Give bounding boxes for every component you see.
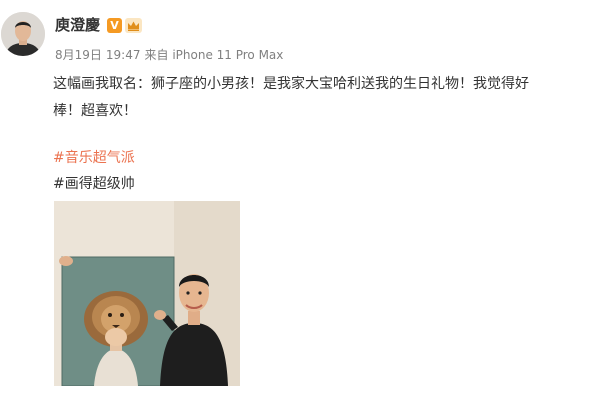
post-photo[interactable] — [54, 201, 240, 386]
post-date[interactable]: 8月19日 — [55, 48, 102, 62]
crown-icon[interactable] — [125, 17, 142, 33]
hashtag-link[interactable]: #音乐超气派 — [53, 148, 135, 168]
verified-icon[interactable]: V — [107, 17, 122, 33]
post-time[interactable]: 19:47 — [106, 48, 141, 62]
weibo-post: 庾澄慶 V 8月19日 19:47 来自 iPhone 11 Pro Max 这幅画… — [0, 0, 600, 394]
lion-boy-painting-photo — [54, 201, 240, 386]
author-avatar[interactable] — [1, 12, 45, 56]
post-meta: 8月19日 19:47 来自 iPhone 11 Pro Max — [55, 47, 287, 63]
post-source: 来自 iPhone 11 Pro Max — [144, 48, 284, 62]
author-name[interactable]: 庾澄慶 — [55, 15, 100, 35]
author-badges: V — [107, 15, 142, 35]
post-body-text: 这幅画我取名：狮子座的小男孩！是我家大宝哈利送我的生日礼物！我觉得好棒！超喜欢！ — [53, 76, 529, 119]
hashtag-link[interactable]: #画得超级帅 — [53, 174, 135, 194]
